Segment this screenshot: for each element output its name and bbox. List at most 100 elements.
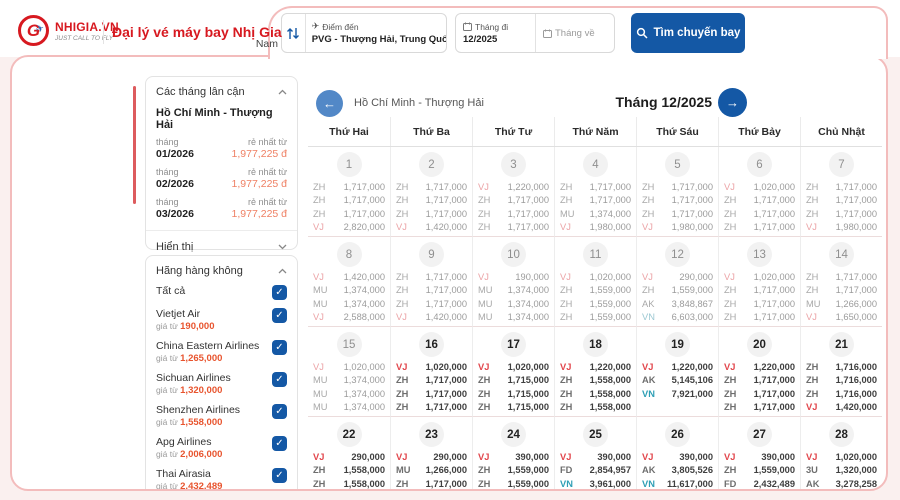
fare-price: 290,000 [679,272,713,282]
calendar-day-cell[interactable]: 6 VJ 1,020,000 ZH 1,717,000 ZH 1,717,000 ZH 1,7… [718,147,800,237]
calendar-day-cell[interactable]: 17 VJ 1,020,000 ZH 1,715,000 ZH 1,715,000 ZH 1,… [472,327,554,417]
destination-field[interactable]: ✈ Điểm đến PVG - Thượng Hải, Trung Quốc [281,13,447,53]
destination-value: PVG - Thượng Hải, Trung Quốc [311,34,446,45]
calendar-day-cell[interactable]: 26 VJ 390,000 AK 3,805,526 VN 11,617,000 [636,417,718,489]
fare-price: 1,650,000 [835,312,877,323]
search-flights-button[interactable]: Tìm chuyến bay [631,13,745,53]
calendar-day-cell[interactable]: 13 VJ 1,020,000 ZH 1,717,000 ZH 1,717,000 ZH 1,… [718,237,800,327]
airline-code: ZH [724,195,737,206]
calendar-day-cell[interactable]: 16 VJ 1,020,000 ZH 1,717,000 ZH 1,717,000 ZH 1,… [390,327,472,417]
fare-list: VJ 1,220,000 ZH 1,717,000 ZH 1,717,000 ZH 1,717… [473,181,554,235]
calendar-day-cell[interactable]: 19 VJ 1,220,000 AK 5,145,106 VN 7,921,000 [636,327,718,417]
airline-checkbox[interactable]: ✓ [272,308,287,323]
airline-code: ZH [724,285,737,296]
month-price: 1,977,225 đ [231,208,287,220]
fare-list: VJ 190,000 MU 1,374,000 MU 1,374,000 MU 1,374,0… [473,271,554,325]
day-number: 10 [501,242,526,267]
sidebar-scrollbar-thumb[interactable] [133,86,136,204]
swap-zone[interactable] [282,14,306,52]
airline-code: VJ [806,312,817,323]
check-icon: ✓ [275,310,284,321]
fare-row: VJ 1,980,000 [637,221,718,234]
airline-code: ZH [724,388,737,399]
fare-row: ZH 1,717,000 [473,208,554,221]
day-number: 12 [665,242,690,267]
airline-filter-row[interactable]: Thai Airasia giá từ 2,432,489 ✓ [156,468,287,489]
airline-code: MU [478,298,493,309]
day-number: 13 [747,242,772,267]
airline-checkbox[interactable]: ✓ [272,372,287,387]
day-number: 19 [665,332,690,357]
airline-checkbox[interactable]: ✓ [272,285,287,300]
display-section-header[interactable]: Hiển thị [156,241,287,253]
brand-text[interactable]: NHIGIA.VN JUST CALL TO FLY [55,20,119,42]
calendar-day-cell[interactable]: 28 VJ1,020,0003U1,320,000AK3,278,258VN6,… [800,417,882,489]
return-month-field[interactable]: Tháng về [535,14,614,52]
fare-price: 1,717,000 [425,285,467,296]
calendar-day-cell[interactable]: 4 ZH 1,717,000 ZH 1,717,000 MU 1,374,000 VJ 1,9… [554,147,636,237]
airline-filter-row[interactable]: Vietjet Air giá từ 190,000 ✓ [156,308,287,332]
fare-row: ZH 1,717,000 [637,181,718,194]
nearby-month-row[interactable]: tháng rẻ nhất từ 02/2026 1,977,225 đ [156,166,287,191]
calendar-day-cell[interactable]: 10 VJ 190,000 MU 1,374,000 MU 1,374,000 MU 1,37… [472,237,554,327]
depart-month-field[interactable]: Tháng đi 12/2025 [456,14,535,52]
airline-code: ZH [478,402,491,413]
month-value: 03/2026 [156,208,194,220]
calendar-day-cell[interactable]: 24 VJ390,000ZH1,559,000ZH1,559,000ZH1,55… [472,417,554,489]
day-number: 24 [501,422,526,447]
fare-row: MU 1,374,000 [473,298,554,311]
airline-filter-row[interactable]: Tất cả ✓ [156,285,287,300]
nearby-month-row[interactable]: tháng rẻ nhất từ 03/2026 1,977,225 đ [156,196,287,221]
calendar-day-cell[interactable]: 25 VJ 390,000 FD 2,854,957 VN 3,961,000 [554,417,636,489]
airlines-header[interactable]: Hãng hàng không [156,265,287,277]
calendar-day-cell[interactable]: 15 VJ 1,020,000 MU 1,374,000 MU 1,374,000 MU 1,… [308,327,390,417]
calendar-day-cell[interactable]: 21 ZH 1,716,000 ZH 1,716,000 ZH 1,716,000 VJ 1,… [800,327,882,417]
fare-row: ZH 1,717,000 [391,388,472,401]
airline-filter-row[interactable]: Shenzhen Airlines giá từ 1,558,000 ✓ [156,404,287,428]
calendar-day-cell[interactable]: 3 VJ 1,220,000 ZH 1,717,000 ZH 1,717,000 ZH 1,7… [472,147,554,237]
calendar-day-cell[interactable]: 18 VJ 1,220,000 ZH 1,558,000 ZH 1,558,000 ZH 1,… [554,327,636,417]
airline-filter-row[interactable]: Apg Airlines giá từ 2,006,000 ✓ [156,436,287,460]
airline-name: Vietjet Air [156,308,201,320]
calendar-day-cell[interactable]: 11 VJ 1,020,000 ZH 1,559,000 ZH 1,559,000 ZH 1,… [554,237,636,327]
calendar-day-cell[interactable]: 23 VJ290,000MU1,266,000ZH1,717,000ZH1,71… [390,417,472,489]
airline-filter-row[interactable]: Sichuan Airlines giá từ 1,320,000 ✓ [156,372,287,396]
previous-month-button[interactable]: ← [316,90,343,117]
airline-checkbox[interactable]: ✓ [272,436,287,451]
calendar-day-cell[interactable]: 2 ZH 1,717,000 ZH 1,717,000 ZH 1,717,000 VJ 1,4… [390,147,472,237]
airline-code: FD [560,465,573,476]
page: G ✈ NHIGIA.VN JUST CALL TO FLY Đại lý vé… [0,0,900,500]
airline-code: VJ [478,182,489,192]
check-icon: ✓ [275,470,284,481]
airline-checkbox[interactable]: ✓ [272,340,287,355]
fare-row: ZH 1,716,000 [801,374,882,387]
calendar-day-cell[interactable]: 8 VJ 1,420,000 MU 1,374,000 MU 1,374,000 VJ 2,5… [308,237,390,327]
calendar-day-cell[interactable]: 1 ZH 1,717,000 ZH 1,717,000 ZH 1,717,000 VJ 2,8… [308,147,390,237]
calendar-day-cell[interactable]: 27 VJ390,000ZH1,559,000FD2,432,489VN6,60… [718,417,800,489]
airline-filter-row[interactable]: China Eastern Airlines giá từ 1,265,000 … [156,340,287,364]
calendar-day-cell[interactable]: 20 VJ 1,220,000 ZH 1,717,000 ZH 1,717,000 ZH 1,… [718,327,800,417]
airline-code: VJ [806,222,817,233]
fare-row: VJ 1,650,000 [801,311,882,324]
calendar-day-cell[interactable]: 7 ZH 1,717,000 ZH 1,717,000 ZH 1,717,000 VJ 1,9… [800,147,882,237]
fare-row: ZH 1,717,000 [391,298,472,311]
brand-divider [103,20,104,44]
nearby-month-row[interactable]: tháng rẻ nhất từ 01/2026 1,977,225 đ [156,136,287,161]
main-content-card: Các tháng lân cận Hồ Chí Minh - Thượng H… [10,55,888,491]
calendar-day-cell[interactable]: 9 ZH 1,717,000 ZH 1,717,000 ZH 1,717,000 VJ 1,4… [390,237,472,327]
fare-price: 1,980,000 [671,222,713,233]
calendar-icon [463,22,472,31]
calendar-day-cell[interactable]: 12 VJ 290,000 ZH 1,559,000 AK 3,848,867 VN 6,60… [636,237,718,327]
next-month-button[interactable]: → [718,88,747,117]
nearby-months-list: tháng rẻ nhất từ 01/2026 1,977,225 đ tháng… [156,136,287,221]
calendar-day-cell[interactable]: 14 ZH 1,717,000 ZH 1,717,000 MU 1,266,000 VJ 1,… [800,237,882,327]
calendar-day-cell[interactable]: 22 VJ290,000ZH1,558,000ZH1,558,000ZH1,55… [308,417,390,489]
calendar-month-title: Tháng 12/2025 [615,94,713,110]
airline-checkbox[interactable]: ✓ [272,468,287,483]
airline-checkbox[interactable]: ✓ [272,404,287,419]
fare-list: ZH 1,717,000 ZH 1,717,000 ZH 1,717,000 VJ 1,980… [801,181,882,235]
divider [146,230,297,231]
calendar-day-cell[interactable]: 5 ZH 1,717,000 ZH 1,717,000 ZH 1,717,000 VJ 1,9… [636,147,718,237]
fare-price: 1,020,000 [343,362,385,372]
nearby-months-header[interactable]: Các tháng lân cận [156,86,287,98]
